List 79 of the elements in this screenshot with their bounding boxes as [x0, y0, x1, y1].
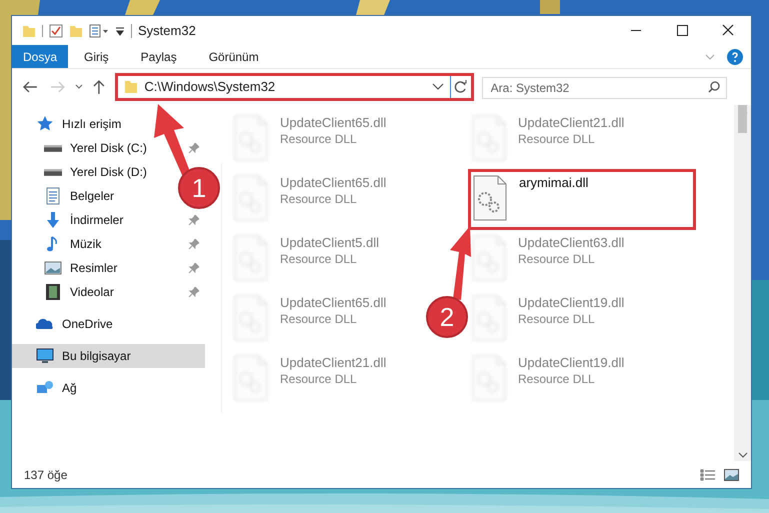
- dll-file-icon: [473, 175, 507, 221]
- back-arrow-icon[interactable]: [22, 80, 38, 94]
- file-type: Resource DLL: [518, 131, 596, 147]
- file-type: Resource DLL: [518, 371, 596, 387]
- file-name: UpdateClient21.dll: [280, 355, 386, 371]
- file-type: Resource DLL: [518, 311, 596, 327]
- properties-icon[interactable]: [89, 24, 109, 38]
- file-type: Resource DLL: [518, 251, 596, 267]
- address-bar[interactable]: C:\Windows\System32: [115, 73, 474, 101]
- nav-item[interactable]: Yerel Disk (D:): [12, 160, 151, 184]
- thumbnail-view-icon[interactable]: [724, 468, 739, 480]
- file-name: UpdateClient63.dll: [518, 235, 624, 251]
- scrollbar-thumb[interactable]: [738, 105, 747, 133]
- file-item[interactable]: UpdateClient65.dll Resource DLL: [234, 175, 386, 229]
- file-item[interactable]: UpdateClient65.dll Resource DLL: [234, 295, 386, 349]
- window-title: System32: [138, 22, 196, 40]
- file-type: Resource DLL: [280, 251, 358, 267]
- highlight-frame[interactable]: arymimai.dll: [468, 169, 696, 230]
- dll-file-icon: [472, 235, 506, 281]
- monitor-icon: [36, 347, 54, 365]
- nav-item[interactable]: Bu bilgisayar: [12, 344, 205, 368]
- chevron-down-icon[interactable]: [738, 451, 748, 459]
- nav-item[interactable]: Müzik: [12, 232, 106, 256]
- file-name: UpdateClient65.dll: [280, 115, 386, 131]
- drive-icon: [44, 168, 62, 176]
- nav-item[interactable]: Ağ: [12, 376, 81, 400]
- file-item[interactable]: UpdateClient65.dll Resource DLL: [234, 115, 386, 169]
- pin-icon[interactable]: [189, 239, 199, 249]
- scrollbar[interactable]: [734, 105, 751, 461]
- down-arrow-icon: [44, 211, 62, 229]
- search-icon[interactable]: [708, 81, 720, 93]
- nav-item[interactable]: Yerel Disk (C:): [12, 136, 151, 160]
- drive-icon: [44, 144, 62, 152]
- picture-frame-icon: [44, 259, 62, 277]
- pin-icon[interactable]: [189, 263, 199, 273]
- film-icon: [44, 283, 62, 301]
- checklist-icon[interactable]: [49, 24, 63, 38]
- search-field[interactable]: Ara: System32: [482, 77, 727, 99]
- nav-item[interactable]: İndirmeler: [12, 208, 128, 232]
- nav-item[interactable]: Videolar: [12, 280, 118, 304]
- pin-icon[interactable]: [189, 143, 199, 153]
- file-type: Resource DLL: [280, 311, 358, 327]
- file-item[interactable]: UpdateClient63.dll Resource DLL: [472, 235, 624, 289]
- chevron-down-icon[interactable]: [432, 83, 444, 91]
- nav-item[interactable]: OneDrive: [12, 312, 117, 336]
- file-name: UpdateClient19.dll: [518, 355, 624, 371]
- file-item[interactable]: UpdateClient21.dll Resource DLL: [472, 115, 624, 169]
- pin-icon[interactable]: [189, 287, 199, 297]
- ribbon-tab[interactable]: Görünüm: [192, 45, 275, 68]
- file-name: UpdateClient65.dll: [280, 295, 386, 311]
- file-name: UpdateClient19.dll: [518, 295, 624, 311]
- file-name: UpdateClient21.dll: [518, 115, 624, 131]
- star-icon: [36, 115, 54, 133]
- nav-item[interactable]: Resimler: [12, 256, 122, 280]
- document-icon: [44, 187, 62, 205]
- file-type: Resource DLL: [280, 191, 358, 207]
- ribbon-tab[interactable]: Dosya: [12, 45, 68, 68]
- file-name: UpdateClient5.dll: [280, 235, 380, 251]
- up-arrow-icon[interactable]: [92, 79, 106, 95]
- nav-item[interactable]: Hızlı erişim: [12, 112, 126, 136]
- chevron-down-icon[interactable]: [74, 83, 84, 91]
- file-type: Resource DLL: [280, 371, 358, 387]
- dropdown-icon[interactable]: [115, 26, 125, 36]
- nav-item[interactable]: Belgeler: [12, 184, 118, 208]
- file-name: arymimai.dll: [519, 175, 588, 191]
- file-item[interactable]: UpdateClient5.dll Resource DLL: [234, 235, 380, 289]
- file-item[interactable]: UpdateClient19.dll Resource DLL: [472, 295, 624, 349]
- ribbon-tab[interactable]: Paylaş: [124, 45, 193, 68]
- address-path: C:\Windows\System32: [144, 78, 276, 96]
- folder-icon: [124, 80, 138, 94]
- ribbon-tab[interactable]: Giriş: [68, 45, 125, 68]
- file-item[interactable]: UpdateClient21.dll Resource DLL: [234, 355, 386, 409]
- details-view-icon[interactable]: [700, 468, 716, 480]
- file-type: Resource DLL: [280, 131, 358, 147]
- file-item[interactable]: UpdateClient19.dll Resource DLL: [472, 355, 624, 409]
- pin-icon[interactable]: [189, 215, 199, 225]
- file-name: UpdateClient65.dll: [280, 175, 386, 191]
- item-count: 137 öğe: [24, 466, 68, 484]
- help-icon[interactable]: [727, 48, 743, 64]
